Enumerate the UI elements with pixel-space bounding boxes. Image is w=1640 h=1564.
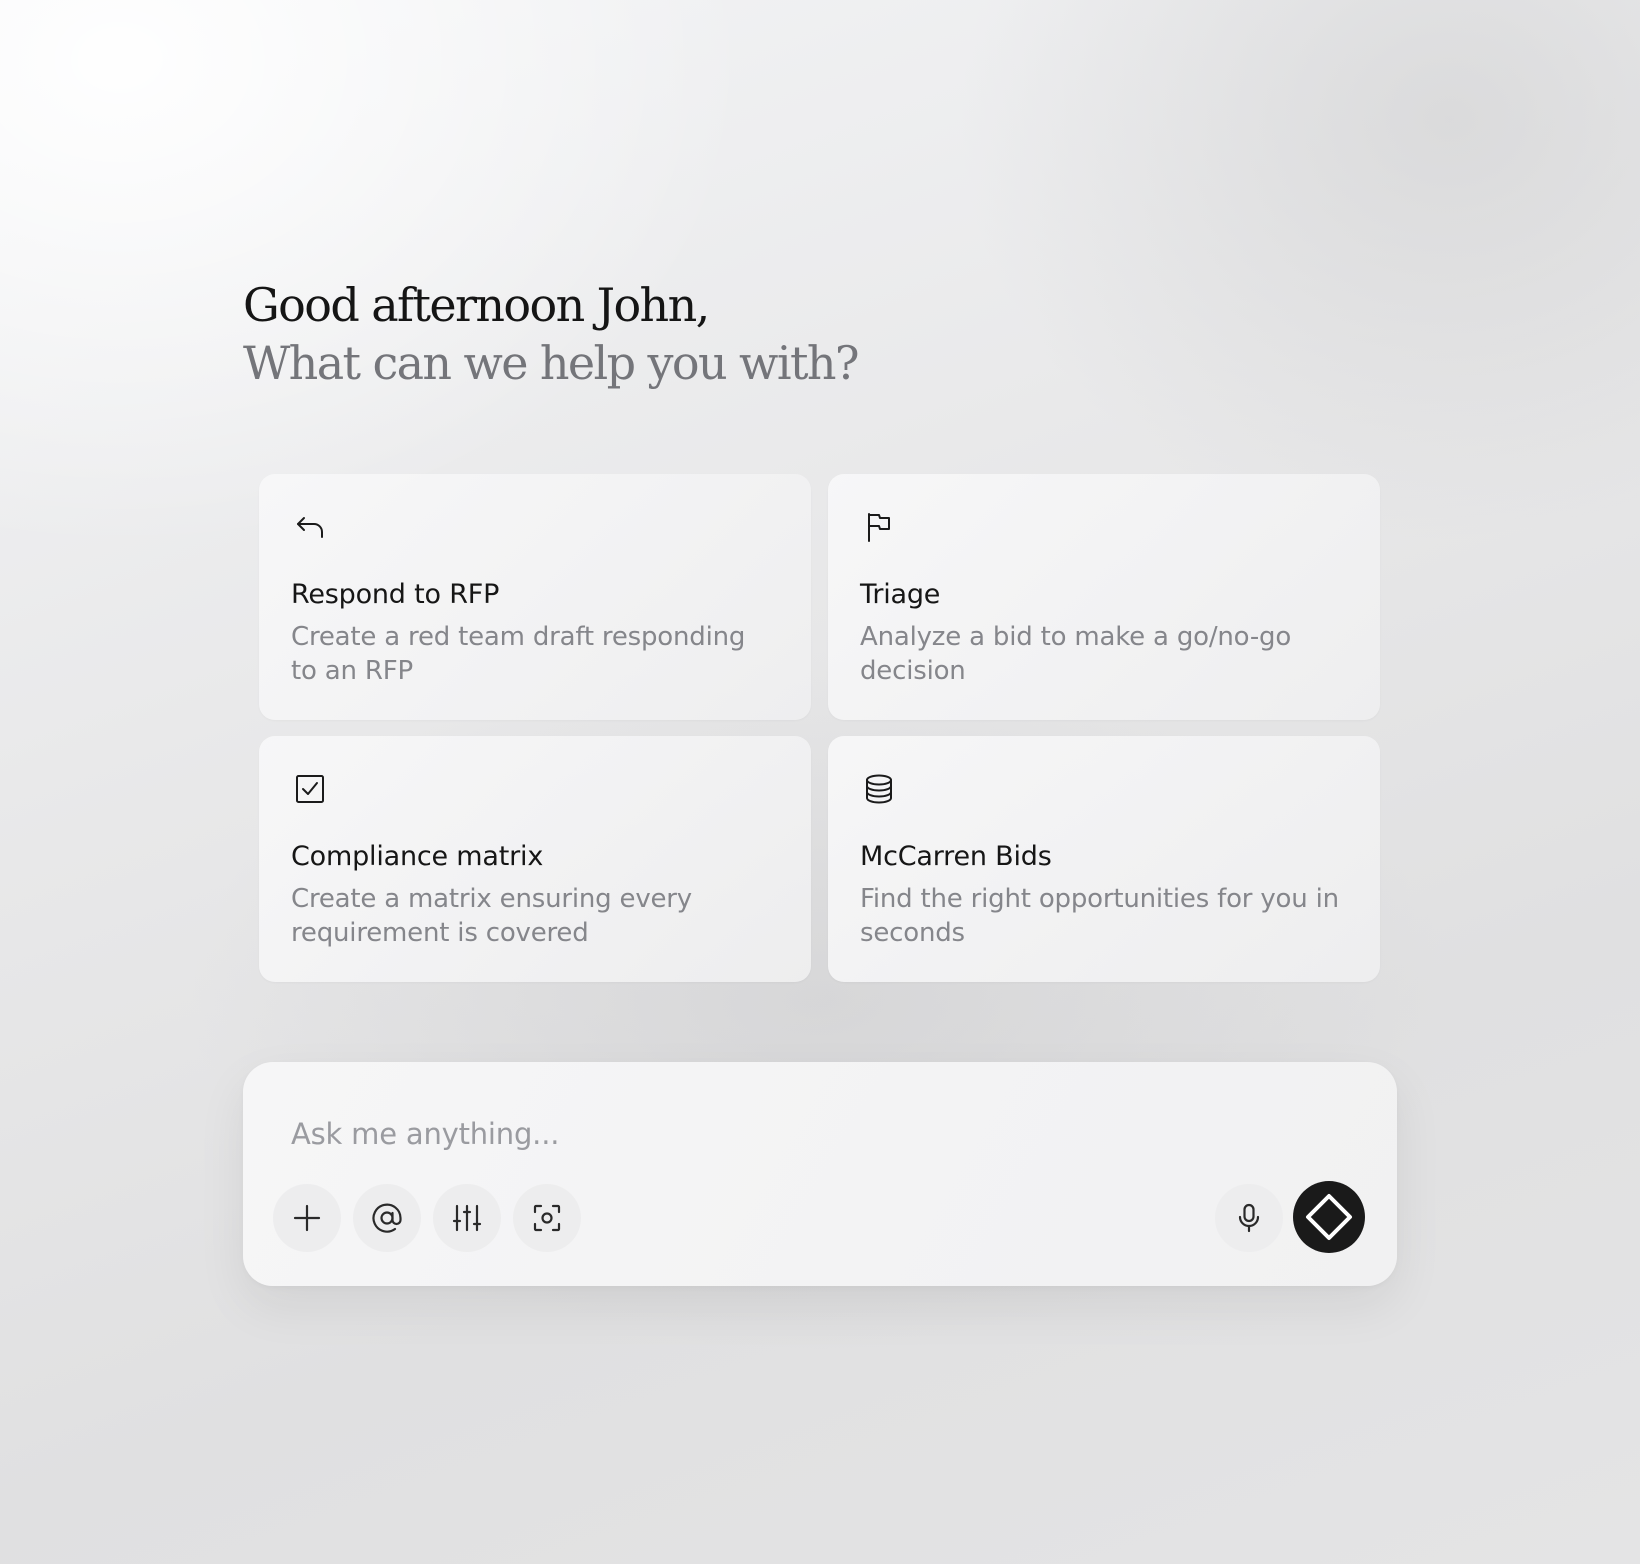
ask-input[interactable] xyxy=(291,1112,1191,1156)
send-button[interactable] xyxy=(1293,1181,1365,1253)
card-description: Analyze a bid to make a go/no-go decisio… xyxy=(860,622,1292,686)
card-description: Create a red team draft responding to an… xyxy=(291,622,746,686)
greeting-line: Good afternoon John, xyxy=(243,278,710,332)
card-title: Respond to RFP xyxy=(291,579,500,610)
scan-icon xyxy=(530,1201,564,1235)
checkbox-icon xyxy=(293,772,327,806)
diamond-logo-icon xyxy=(1303,1191,1355,1243)
at-sign-icon xyxy=(370,1201,404,1235)
card-description: Find the right opportunities for you in … xyxy=(860,884,1339,948)
reply-arrow-icon xyxy=(293,510,327,544)
card-title: Compliance matrix xyxy=(291,841,544,872)
plus-icon xyxy=(290,1201,324,1235)
greeting-question: What can we help you with? xyxy=(243,336,860,390)
microphone-button[interactable] xyxy=(1215,1184,1283,1252)
card-compliance-matrix[interactable]: Compliance matrix Create a matrix ensuri… xyxy=(259,736,811,982)
add-button[interactable] xyxy=(273,1184,341,1252)
card-title: McCarren Bids xyxy=(860,841,1052,872)
capture-button[interactable] xyxy=(513,1184,581,1252)
settings-button[interactable] xyxy=(433,1184,501,1252)
card-description: Create a matrix ensuring every requireme… xyxy=(291,884,692,948)
sliders-icon xyxy=(450,1201,484,1235)
card-triage[interactable]: Triage Analyze a bid to make a go/no-go … xyxy=(828,474,1380,720)
card-title: Triage xyxy=(860,579,941,610)
database-icon xyxy=(862,772,896,806)
card-mccarren-bids[interactable]: McCarren Bids Find the right opportuniti… xyxy=(828,736,1380,982)
chat-composer xyxy=(243,1062,1397,1286)
microphone-icon xyxy=(1232,1201,1266,1235)
card-respond-to-rfp[interactable]: Respond to RFP Create a red team draft r… xyxy=(259,474,811,720)
mention-button[interactable] xyxy=(353,1184,421,1252)
greeting-heading: Good afternoon John, What can we help yo… xyxy=(243,276,860,392)
flag-icon xyxy=(862,510,896,544)
